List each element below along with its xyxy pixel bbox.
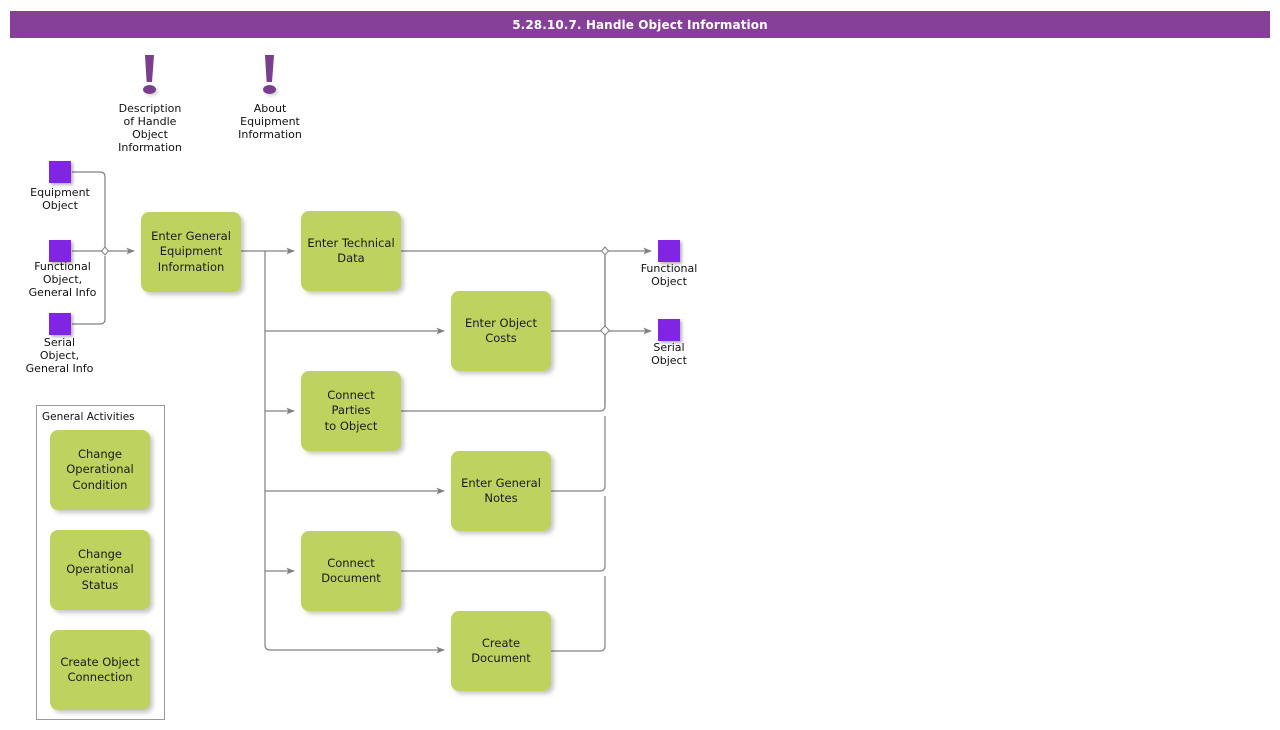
process-label: Enter Object Costs (465, 315, 537, 345)
process-label: Enter Technical Data (307, 235, 395, 265)
entity-functional-object-general-info[interactable] (49, 240, 71, 262)
title-bar: 5.28.10.7. Handle Object Information (10, 11, 1270, 38)
process-change-operational-status[interactable]: Change Operational Status (50, 530, 150, 610)
process-label: Enter General Equipment Information (151, 229, 231, 274)
entity-functional-object[interactable] (658, 240, 680, 262)
exclamation-bar (145, 55, 154, 82)
process-connect-parties-to-object[interactable]: Connect Parties to Object (301, 371, 401, 451)
diagram-canvas: 5.28.10.7. Handle Object Information Des… (0, 0, 1280, 730)
process-label: Create Object Connection (60, 654, 140, 684)
process-enter-general-equipment-information[interactable]: Enter General Equipment Information (141, 212, 241, 292)
entity-equipment-object-label[interactable]: Equipment Object (10, 186, 110, 213)
junction-diamond-serial (599, 325, 611, 336)
entity-functional-object-label[interactable]: Functional Object (619, 262, 719, 289)
exclamation-icon-description (138, 55, 162, 97)
entity-serial-object-general-info[interactable] (49, 313, 71, 335)
process-label: Change Operational Status (66, 547, 134, 592)
entity-functional-object-general-info-label[interactable]: Functional Object, General Info (10, 260, 115, 300)
process-connect-document[interactable]: Connect Document (301, 531, 401, 611)
process-label: Connect Document (321, 555, 381, 585)
process-enter-object-costs[interactable]: Enter Object Costs (451, 291, 551, 371)
entity-serial-object[interactable] (658, 319, 680, 341)
process-label: Create Document (471, 635, 531, 665)
process-enter-technical-data[interactable]: Enter Technical Data (301, 211, 401, 291)
process-label: Change Operational Condition (66, 447, 134, 492)
process-change-operational-condition[interactable]: Change Operational Condition (50, 430, 150, 510)
junction-diamond-functional (600, 246, 610, 256)
page-title: 5.28.10.7. Handle Object Information (512, 17, 768, 32)
entity-equipment-object[interactable] (49, 161, 71, 183)
wire-create-doc-up-trunk (551, 576, 606, 652)
entity-serial-object-general-info-label[interactable]: Serial Object, General Info (7, 336, 112, 376)
general-activities-title: General Activities (42, 411, 135, 423)
exclamation-bar (265, 55, 274, 82)
junction-diamond-input (100, 246, 110, 256)
about-equipment-information-label[interactable]: About Equipment Information (220, 102, 320, 142)
process-enter-general-notes[interactable]: Enter General Notes (451, 451, 551, 531)
process-label: Enter General Notes (461, 475, 541, 505)
entity-serial-object-label[interactable]: Serial Object (619, 341, 719, 368)
description-of-handle-object-information-label[interactable]: Description of Handle Object Information (100, 102, 200, 155)
wire-notes-up-trunk (551, 416, 606, 492)
exclamation-dot (263, 85, 276, 94)
exclamation-dot (143, 85, 156, 94)
exclamation-icon-about-equipment (258, 55, 282, 97)
process-create-document[interactable]: Create Document (451, 611, 551, 691)
process-create-object-connection[interactable]: Create Object Connection (50, 630, 150, 710)
process-label: Connect Parties to Object (324, 388, 378, 433)
wire-trunk-top-stub (600, 241, 605, 256)
